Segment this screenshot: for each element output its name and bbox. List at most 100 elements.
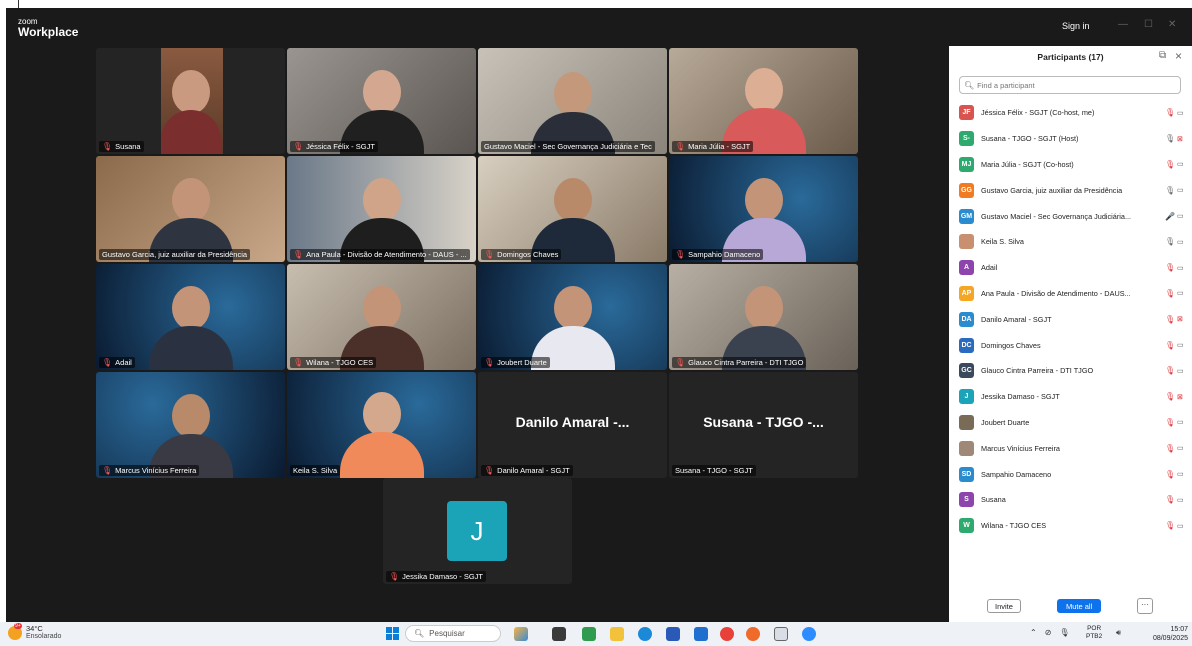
video-icon[interactable]: ▭ xyxy=(1177,496,1184,504)
video-icon[interactable]: ▭ xyxy=(1177,367,1184,375)
more-options-button[interactable]: ··· xyxy=(1137,598,1153,614)
video-icon[interactable]: ▭ xyxy=(1177,186,1184,194)
video-icon[interactable]: ▭ xyxy=(1177,522,1184,530)
video-off-icon[interactable]: ⊠ xyxy=(1177,135,1183,143)
video-icon[interactable]: ▭ xyxy=(1177,341,1184,349)
mic-muted-icon[interactable]: 🎙 xyxy=(1165,263,1175,272)
video-icon[interactable]: ▭ xyxy=(1177,160,1184,168)
participant-row[interactable]: MJ Maria Júlia - SGJT (Co-host) 🎙 ▭ xyxy=(959,152,1185,178)
video-tile[interactable]: 🎙 Susana xyxy=(96,48,285,154)
participant-row[interactable]: JF Jéssica Félix - SGJT (Co-host, me) 🎙 ▭ xyxy=(959,100,1185,126)
video-tile[interactable]: J 🎙 Jessika Damaso - SGJT xyxy=(383,478,572,584)
mic-muted-icon[interactable]: 🎙 xyxy=(1165,392,1175,401)
mic-muted-icon[interactable]: 🎙 xyxy=(1165,521,1175,530)
video-icon[interactable]: ▭ xyxy=(1177,418,1184,426)
mic-muted-icon[interactable]: 🎙 xyxy=(1165,341,1175,350)
participant-row[interactable]: SD Sampahio Damaceno 🎙 ▭ xyxy=(959,461,1185,487)
app-icon[interactable] xyxy=(582,627,596,641)
close-icon[interactable]: × xyxy=(1175,49,1182,63)
video-icon[interactable]: ▭ xyxy=(1177,444,1184,452)
video-icon[interactable]: ▭ xyxy=(1177,212,1184,220)
video-icon[interactable]: ▭ xyxy=(1177,264,1184,272)
file-explorer-icon[interactable] xyxy=(610,627,624,641)
mute-all-button[interactable]: Mute all xyxy=(1057,599,1102,613)
participant-row[interactable]: Marcus Vinícius Ferreira 🎙 ▭ xyxy=(959,435,1185,461)
mic-icon[interactable]: 🎙 xyxy=(1165,186,1175,195)
mic-muted-icon[interactable]: 🎙 xyxy=(1165,470,1175,479)
mic-icon[interactable]: 🎙 xyxy=(1165,134,1175,143)
windows-start-icon[interactable] xyxy=(386,627,399,640)
maximize-button[interactable]: ☐ xyxy=(1144,19,1153,30)
mic-muted-icon[interactable]: 🎙 xyxy=(1165,160,1175,169)
speaker-icon[interactable]: 🔊︎ xyxy=(1116,628,1121,638)
video-tile[interactable]: 🎙 Marcus Vinícius Ferreira xyxy=(96,372,285,478)
participant-search[interactable]: 🔍︎ xyxy=(959,76,1181,94)
mic-muted-icon[interactable]: 🎙 xyxy=(1165,418,1175,427)
video-tile[interactable]: 🎙 Domingos Chaves xyxy=(478,156,667,262)
video-icon[interactable]: ▭ xyxy=(1177,238,1184,246)
notepad-icon[interactable] xyxy=(774,627,788,641)
store-icon[interactable] xyxy=(666,627,680,641)
participant-row[interactable]: Joubert Duarte 🎙 ▭ xyxy=(959,410,1185,436)
widgets-app-icon[interactable] xyxy=(514,627,528,641)
microphone-icon[interactable]: 🎙 xyxy=(1059,628,1069,637)
participant-row[interactable]: GG Gustavo Garcia, juiz auxiliar da Presi… xyxy=(959,177,1185,203)
edge-browser-icon[interactable] xyxy=(638,627,652,641)
mic-muted-icon: 🎙 xyxy=(484,250,495,259)
participant-row[interactable]: J Jessika Damaso - SGJT 🎙 ⊠ xyxy=(959,384,1185,410)
chrome-browser-icon[interactable] xyxy=(720,627,734,641)
popout-icon[interactable]: ⧉ xyxy=(1159,50,1166,61)
video-tile[interactable]: Gustavo Garcia, juiz auxiliar da Presidê… xyxy=(96,156,285,262)
mic-icon[interactable]: 🎤 xyxy=(1165,212,1175,221)
video-icon[interactable]: ▭ xyxy=(1177,289,1184,297)
participant-row[interactable]: S- Susana - TJGO - SGJT (Host) 🎙 ⊠ xyxy=(959,126,1185,152)
taskbar-search[interactable]: 🔍︎ Pesquisar xyxy=(405,625,501,642)
video-tile[interactable]: 🎙 Sampahio Damaceno xyxy=(669,156,858,262)
video-icon[interactable]: ▭ xyxy=(1177,470,1184,478)
video-off-icon[interactable]: ⊠ xyxy=(1177,393,1183,401)
mic-muted-icon[interactable]: 🎙 xyxy=(1165,444,1175,453)
video-tile[interactable]: 🎙 Wilana - TJGO CES xyxy=(287,264,476,370)
video-tile-active-speaker[interactable]: Gustavo Maciel - Sec Governança Judiciár… xyxy=(478,48,667,154)
video-tile[interactable]: Danilo Amaral -... 🎙 Danilo Amaral - SGJT xyxy=(478,372,667,478)
mic-icon[interactable]: 🎙 xyxy=(1165,237,1175,246)
participant-row[interactable]: DA Danilo Amaral - SGJT 🎙 ⊠ xyxy=(959,306,1185,332)
participant-row[interactable]: S Susana 🎙 ▭ xyxy=(959,487,1185,513)
language-indicator[interactable]: POR PTB2 xyxy=(1086,625,1102,641)
participant-row[interactable]: A Adail 🎙 ▭ xyxy=(959,255,1185,281)
mic-muted-icon[interactable]: 🎙 xyxy=(1165,289,1175,298)
participant-row[interactable]: DC Domingos Chaves 🎙 ▭ xyxy=(959,332,1185,358)
firefox-browser-icon[interactable] xyxy=(746,627,760,641)
participant-row[interactable]: Keila S. Silva 🎙 ▭ xyxy=(959,229,1185,255)
zoom-app-icon[interactable] xyxy=(802,627,816,641)
participant-row[interactable]: GC Glauco Cintra Parreira - DTI TJGO 🎙 ▭ xyxy=(959,358,1185,384)
sign-in-link[interactable]: Sign in xyxy=(1062,21,1090,31)
mic-muted-icon[interactable]: 🎙 xyxy=(1165,366,1175,375)
app-icon[interactable] xyxy=(694,627,708,641)
video-tile[interactable]: 🎙 Glauco Cintra Parreira - DTI TJGO xyxy=(669,264,858,370)
weather-widget[interactable]: 9+ 34°C Ensolarado xyxy=(8,623,61,641)
system-clock[interactable]: 15:07 08/09/2025 xyxy=(1148,625,1188,643)
mic-muted-icon[interactable]: 🎙 xyxy=(1165,108,1175,117)
video-tile[interactable]: 🎙 Jéssica Félix - SGJT xyxy=(287,48,476,154)
video-icon[interactable]: ▭ xyxy=(1177,109,1184,117)
invite-button[interactable]: Invite xyxy=(987,599,1021,613)
video-tile[interactable]: Susana - TJGO -... Susana - TJGO - SGJT xyxy=(669,372,858,478)
mic-muted-icon[interactable]: 🎙 xyxy=(1165,315,1175,324)
participant-row[interactable]: GM Gustavo Maciel - Sec Governança Judici… xyxy=(959,203,1185,229)
video-tile[interactable]: 🎙 Ana Paula - Divisão de Atendimento - DA… xyxy=(287,156,476,262)
mic-muted-icon[interactable]: 🎙 xyxy=(1165,495,1175,504)
search-input[interactable] xyxy=(977,80,1178,90)
video-off-icon[interactable]: ⊠ xyxy=(1177,315,1183,323)
chevron-up-icon[interactable]: ⌃ xyxy=(1030,628,1037,637)
video-tile[interactable]: 🎙 Joubert Duarte xyxy=(478,264,667,370)
video-tile[interactable]: 🎙 Adail xyxy=(96,264,285,370)
participant-row[interactable]: W Wilana - TJGO CES 🎙 ▭ xyxy=(959,513,1185,539)
participant-row[interactable]: AP Ana Paula - Divisão de Atendimento - D… xyxy=(959,281,1185,307)
close-button[interactable]: ✕ xyxy=(1168,19,1176,30)
task-view-icon[interactable] xyxy=(552,627,566,641)
video-tile[interactable]: 🎙 Maria Júlia - SGJT xyxy=(669,48,858,154)
network-icon[interactable]: ⊘ xyxy=(1045,628,1052,637)
minimize-button[interactable]: — xyxy=(1118,19,1128,30)
video-tile[interactable]: Keila S. Silva xyxy=(287,372,476,478)
